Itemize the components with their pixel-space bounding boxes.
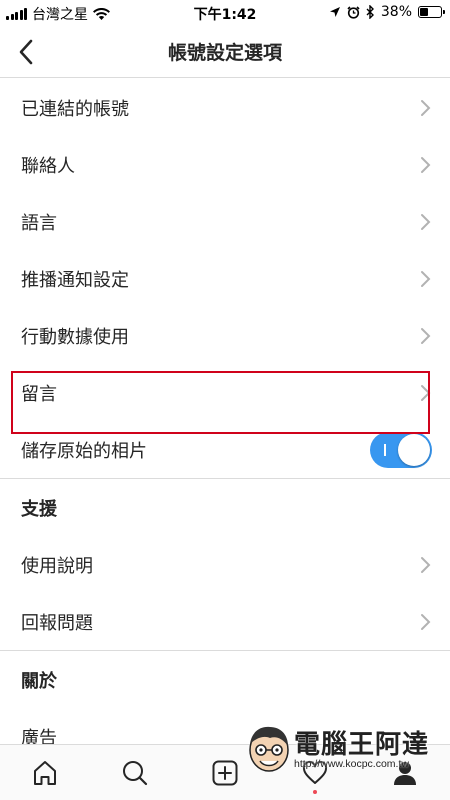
chevron-right-icon	[421, 156, 431, 173]
row-cellular-data[interactable]: 行動數據使用	[0, 307, 450, 364]
row-push-notifications[interactable]: 推播通知設定	[0, 250, 450, 307]
chevron-right-icon	[421, 270, 431, 287]
chevron-right-icon	[421, 613, 431, 630]
add-icon	[212, 760, 238, 785]
chevron-right-icon	[421, 213, 431, 230]
alarm-icon	[347, 5, 360, 19]
row-language[interactable]: 語言	[0, 193, 450, 250]
header: 帳號設定選項	[0, 26, 450, 78]
status-bar: 台灣之星 下午1:42 38%	[0, 0, 450, 26]
section-title-about: 關於	[21, 670, 57, 692]
page-title: 帳號設定選項	[167, 42, 282, 64]
section-title-support: 支援	[21, 498, 57, 520]
tab-home[interactable]	[25, 753, 65, 793]
bluetooth-icon	[366, 5, 374, 19]
chevron-right-icon	[421, 327, 431, 344]
battery-percent: 38%	[380, 4, 412, 20]
row-label: 儲存原始的相片	[21, 440, 147, 462]
row-label: 語言	[21, 212, 57, 234]
chevron-left-icon	[19, 39, 33, 65]
row-contacts[interactable]: 聯絡人	[0, 136, 450, 193]
watermark-name: 電腦王阿達	[294, 730, 430, 760]
chevron-right-icon	[421, 556, 431, 573]
highlight-box	[11, 371, 430, 434]
row-label: 聯絡人	[21, 155, 75, 177]
row-linked-accounts[interactable]: 已連結的帳號	[0, 79, 450, 136]
save-original-photos-toggle[interactable]	[370, 431, 432, 468]
toggle-knob	[398, 433, 430, 466]
location-arrow-icon	[329, 7, 340, 17]
row-label: 使用說明	[21, 555, 93, 577]
row-report-problem[interactable]: 回報問題	[0, 593, 450, 650]
chevron-right-icon	[421, 99, 431, 116]
row-label: 已連結的帳號	[21, 98, 129, 120]
back-button[interactable]	[12, 38, 40, 66]
toggle-on-indicator	[384, 443, 386, 456]
notification-dot	[313, 790, 317, 794]
row-help-center[interactable]: 使用說明	[0, 536, 450, 593]
home-icon	[34, 760, 56, 785]
search-icon	[123, 760, 148, 785]
tab-add[interactable]	[205, 753, 245, 793]
row-label: 行動數據使用	[21, 326, 129, 348]
mascot-logo	[249, 726, 289, 772]
status-right: 38%	[329, 4, 445, 20]
tab-search[interactable]	[115, 753, 155, 793]
row-label: 推播通知設定	[21, 269, 129, 291]
battery-icon	[418, 6, 445, 18]
row-label: 回報問題	[21, 612, 93, 634]
watermark-url: http://www.kocpc.com.tw	[294, 758, 409, 770]
watermark: 電腦王阿達 http://www.kocpc.com.tw	[246, 722, 446, 782]
